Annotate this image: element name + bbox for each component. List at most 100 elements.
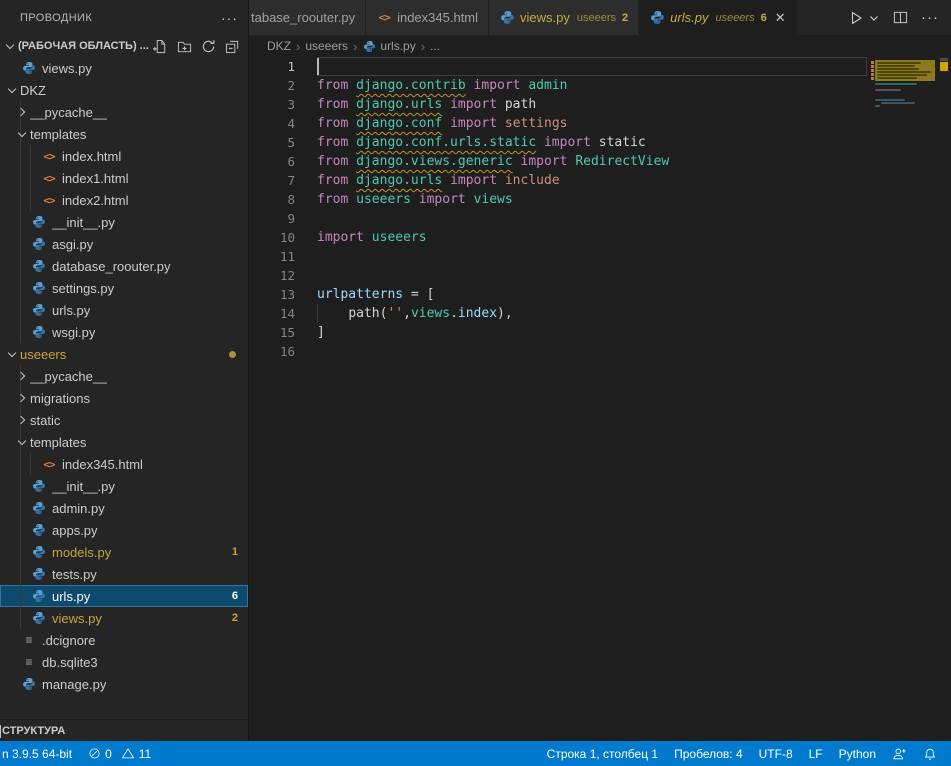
breadcrumb-item-DKZ[interactable]: DKZ — [267, 39, 291, 53]
line-number[interactable]: 12 — [249, 266, 295, 285]
tree-item-index.html[interactable]: <>index.html — [0, 145, 248, 167]
tree-item-asgi.py[interactable]: asgi.py — [0, 233, 248, 255]
line-number[interactable]: 1 — [249, 57, 295, 76]
code-line-3[interactable]: 3from django.urls import path — [249, 95, 951, 114]
tree-item-index1.html[interactable]: <>index1.html — [0, 167, 248, 189]
breadcrumb-item-useeers[interactable]: useeers — [305, 39, 348, 53]
overview-ruler[interactable] — [937, 57, 951, 741]
tree-item-useeers[interactable]: useeers — [0, 343, 248, 365]
tree-item-templates[interactable]: templates — [0, 431, 248, 453]
line-number[interactable]: 16 — [249, 342, 295, 361]
tree-item-urls.py[interactable]: urls.py6 — [0, 585, 248, 607]
code-line-1[interactable]: 1 — [249, 57, 951, 76]
tab-label: views.py — [520, 10, 570, 25]
chevron-down-icon — [2, 45, 18, 48]
tab-tabase_roouter.py[interactable]: tabase_roouter.py — [249, 0, 366, 35]
tab-views.py[interactable]: views.pyuseeers2 — [489, 0, 639, 35]
encoding-status[interactable]: UTF-8 — [751, 741, 801, 766]
code-line-5[interactable]: 5from django.conf.urls.static import sta… — [249, 133, 951, 152]
feedback-icon[interactable] — [884, 741, 915, 766]
tree-item-__pycache__[interactable]: __pycache__ — [0, 101, 248, 123]
line-number[interactable]: 14 — [249, 304, 295, 323]
tab-index345.html[interactable]: <>index345.html — [366, 0, 489, 35]
new-file-icon[interactable] — [152, 38, 168, 54]
tree-item-db.sqlite3[interactable]: ≡db.sqlite3 — [0, 651, 248, 673]
line-number[interactable]: 4 — [249, 114, 295, 133]
tree-item-static[interactable]: static — [0, 409, 248, 431]
indentation-status[interactable]: Пробелов: 4 — [666, 741, 751, 766]
tree-item-migrations[interactable]: migrations — [0, 387, 248, 409]
tree-item-urls.py[interactable]: urls.py — [0, 299, 248, 321]
minimap[interactable] — [871, 57, 937, 741]
run-dropdown-icon[interactable] — [869, 9, 879, 27]
tree-item-admin.py[interactable]: admin.py — [0, 497, 248, 519]
python-file-icon — [30, 259, 48, 273]
line-number[interactable]: 11 — [249, 247, 295, 266]
tree-item-__init__.py[interactable]: __init__.py — [0, 475, 248, 497]
generic-file-icon: ≡ — [20, 655, 38, 669]
line-number[interactable]: 5 — [249, 133, 295, 152]
code-line-4[interactable]: 4from django.conf import settings — [249, 114, 951, 133]
code-line-11[interactable]: 11 — [249, 247, 951, 266]
line-number[interactable]: 2 — [249, 76, 295, 95]
tree-item-views.py[interactable]: views.py — [0, 57, 248, 79]
more-actions-icon[interactable]: ··· — [921, 9, 939, 26]
code-line-13[interactable]: 13urlpatterns = [ — [249, 285, 951, 304]
refresh-icon[interactable] — [200, 38, 216, 54]
tree-item-models.py[interactable]: models.py1 — [0, 541, 248, 563]
problems-status[interactable]: 0 11 — [80, 741, 159, 766]
tree-item-__pycache__[interactable]: __pycache__ — [0, 365, 248, 387]
code-line-16[interactable]: 16 — [249, 342, 951, 361]
run-icon[interactable] — [847, 9, 865, 27]
tree-item-__init__.py[interactable]: __init__.py — [0, 211, 248, 233]
outline-section-header[interactable]: СТРУКТУРА — [0, 719, 248, 741]
line-number[interactable]: 15 — [249, 323, 295, 342]
code-line-10[interactable]: 10import useeers — [249, 228, 951, 247]
workspace-section-header[interactable]: (РАБОЧАЯ ОБЛАСТЬ) ... — [0, 35, 248, 57]
code-line-15[interactable]: 15] — [249, 323, 951, 342]
new-folder-icon[interactable] — [176, 38, 192, 54]
tree-item-DKZ[interactable]: DKZ — [0, 79, 248, 101]
tree-item-index345.html[interactable]: <>index345.html — [0, 453, 248, 475]
line-number[interactable]: 13 — [249, 285, 295, 304]
line-number[interactable]: 8 — [249, 190, 295, 209]
tree-item-manage.py[interactable]: manage.py — [0, 673, 248, 695]
code-line-12[interactable]: 12 — [249, 266, 951, 285]
problems-badge: 2 — [232, 612, 238, 624]
tree-item-templates[interactable]: templates — [0, 123, 248, 145]
code-editor[interactable]: 12from django.contrib import admin3from … — [249, 57, 951, 741]
tree-item-wsgi.py[interactable]: wsgi.py — [0, 321, 248, 343]
code-line-9[interactable]: 9 — [249, 209, 951, 228]
split-editor-icon[interactable] — [891, 9, 909, 27]
cursor-position-status[interactable]: Строка 1, столбец 1 — [539, 741, 666, 766]
tree-item-settings.py[interactable]: settings.py — [0, 277, 248, 299]
bell-icon[interactable] — [915, 741, 945, 766]
tree-item-index2.html[interactable]: <>index2.html — [0, 189, 248, 211]
line-number[interactable]: 3 — [249, 95, 295, 114]
code-line-6[interactable]: 6from django.views.generic import Redire… — [249, 152, 951, 171]
breadcrumb-item-urls.py[interactable]: urls.py — [362, 39, 415, 53]
line-number[interactable]: 10 — [249, 228, 295, 247]
minimap-line — [875, 99, 905, 101]
tree-item-database_roouter.py[interactable]: database_roouter.py — [0, 255, 248, 277]
html-file-icon: <> — [40, 150, 58, 163]
line-number[interactable]: 9 — [249, 209, 295, 228]
line-number[interactable]: 6 — [249, 152, 295, 171]
code-line-14[interactable]: 14 path('',views.index), — [249, 304, 951, 323]
close-icon[interactable]: ✕ — [775, 10, 786, 26]
tree-item-views.py[interactable]: views.py2 — [0, 607, 248, 629]
code-line-8[interactable]: 8from useeers import views — [249, 190, 951, 209]
code-line-7[interactable]: 7from django.urls import include — [249, 171, 951, 190]
explorer-more-actions-icon[interactable]: ··· — [221, 10, 238, 26]
eol-status[interactable]: LF — [801, 741, 831, 766]
tree-item-tests.py[interactable]: tests.py — [0, 563, 248, 585]
breadcrumb-item-...[interactable]: ... — [430, 39, 440, 53]
python-interpreter-status[interactable]: n 3.9.5 64-bit — [0, 741, 80, 766]
tab-urls.py[interactable]: urls.pyuseeers6✕ — [639, 0, 796, 35]
language-mode-status[interactable]: Python — [831, 741, 884, 766]
tree-item-apps.py[interactable]: apps.py — [0, 519, 248, 541]
collapse-all-icon[interactable] — [224, 38, 240, 54]
line-number[interactable]: 7 — [249, 171, 295, 190]
code-line-2[interactable]: 2from django.contrib import admin — [249, 76, 951, 95]
tree-item-.dcignore[interactable]: ≡.dcignore — [0, 629, 248, 651]
